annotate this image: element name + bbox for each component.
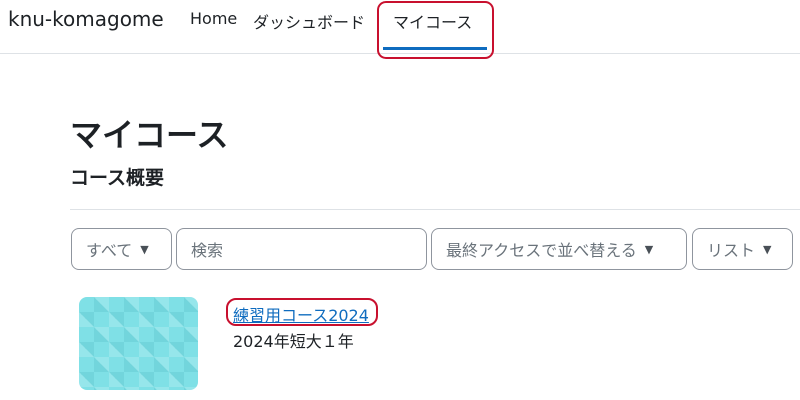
chevron-down-icon: ▼ xyxy=(644,242,654,256)
grouping-dropdown[interactable]: すべて ▼ xyxy=(71,228,172,270)
sort-label: 最終アクセスで並べ替える xyxy=(446,241,637,260)
course-category: 2024年短大１年 xyxy=(233,332,354,351)
nav-dashboard[interactable]: ダッシュボード xyxy=(253,9,365,33)
search-input[interactable]: 検索 xyxy=(176,228,427,270)
search-placeholder: 検索 xyxy=(191,241,224,260)
divider xyxy=(70,209,800,210)
view-dropdown[interactable]: リスト ▼ xyxy=(692,228,793,270)
nav-home[interactable]: Home xyxy=(190,9,237,28)
highlight-box-nav xyxy=(377,1,494,59)
page-title: マイコース xyxy=(70,116,229,154)
view-label: リスト xyxy=(707,241,756,260)
top-navbar: knu-komagome Home ダッシュボード マイコース xyxy=(0,0,800,59)
grouping-label: すべて xyxy=(86,241,133,260)
section-title: コース概要 xyxy=(70,167,165,189)
site-name[interactable]: knu-komagome xyxy=(8,7,164,31)
highlight-box-course xyxy=(226,298,378,326)
course-thumbnail[interactable] xyxy=(79,297,198,390)
chevron-down-icon: ▼ xyxy=(140,242,149,256)
chevron-down-icon: ▼ xyxy=(763,242,772,256)
sort-dropdown[interactable]: 最終アクセスで並べ替える ▼ xyxy=(431,228,687,270)
